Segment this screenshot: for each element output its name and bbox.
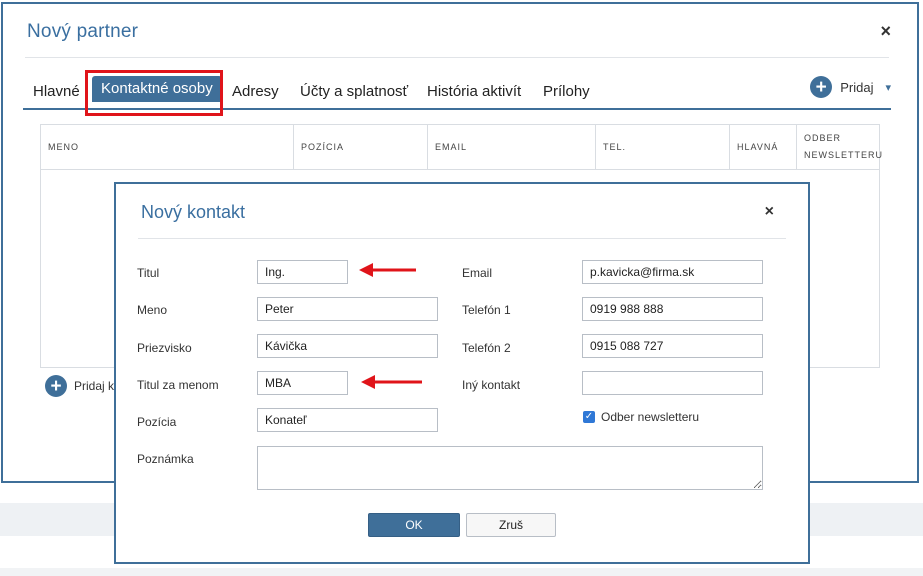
label-titul-za-menom: Titul za menom — [137, 378, 219, 392]
dialog-title: Nový kontakt — [141, 202, 246, 222]
telefon-2-input[interactable] — [582, 334, 763, 358]
label-iny-kontakt: Iný kontakt — [462, 378, 521, 392]
titul-za-menom-input[interactable] — [257, 371, 348, 395]
tab-bar: Hlavné Kontaktné osoby Adresy Účty a spl… — [23, 70, 891, 116]
column-header-hlavna[interactable]: HLAVNÁ — [730, 125, 797, 169]
plus-icon: + — [45, 375, 67, 397]
dialog-title: Nový partner — [27, 21, 139, 42]
email-input[interactable] — [582, 260, 763, 284]
divider — [25, 57, 889, 58]
label-poznamka: Poznámka — [137, 452, 194, 466]
tab-ucty-a-splatnost[interactable]: Účty a splatnosť — [300, 83, 408, 100]
newsletter-checkbox[interactable]: ✓ — [583, 411, 595, 423]
label-telefon-1: Telefón 1 — [462, 303, 511, 317]
column-header-email[interactable]: EMAIL — [428, 125, 596, 169]
divider — [138, 238, 786, 239]
background-band — [0, 568, 923, 576]
add-button[interactable]: + Pridaj ▾ — [810, 76, 891, 98]
red-arrow-icon — [359, 263, 416, 277]
add-contact-link[interactable]: + Pridaj k — [45, 375, 114, 397]
add-button-label: Pridaj — [840, 79, 874, 95]
tab-historia-aktivit[interactable]: História aktivít — [427, 83, 521, 100]
poznamka-textarea[interactable] — [257, 446, 763, 490]
newsletter-checkbox-row[interactable]: ✓ Odber newsletteru — [583, 410, 699, 424]
tab-hlavne[interactable]: Hlavné — [33, 83, 80, 100]
label-email: Email — [462, 266, 493, 280]
meno-input[interactable] — [257, 297, 438, 321]
tab-adresy[interactable]: Adresy — [232, 83, 279, 100]
tab-prilohy[interactable]: Prílohy — [543, 83, 590, 100]
close-icon[interactable]: × — [880, 21, 891, 42]
label-meno: Meno — [137, 303, 168, 317]
new-contact-dialog: Nový kontakt × Titul Meno Priezvisko Tit… — [114, 182, 810, 564]
label-titul: Titul — [137, 266, 160, 280]
plus-icon: + — [810, 76, 833, 98]
cancel-button[interactable]: Zruš — [466, 513, 556, 537]
iny-kontakt-input[interactable] — [582, 371, 763, 395]
close-icon[interactable]: × — [765, 203, 774, 221]
label-priezvisko: Priezvisko — [137, 341, 192, 355]
chevron-down-icon[interactable]: ▾ — [885, 81, 891, 94]
add-contact-label: Pridaj k — [74, 379, 115, 393]
red-arrow-icon — [361, 375, 422, 389]
newsletter-label: Odber newsletteru — [601, 410, 700, 424]
label-telefon-2: Telefón 2 — [462, 341, 511, 355]
pozicia-input[interactable] — [257, 408, 438, 432]
ok-button[interactable]: OK — [368, 513, 460, 537]
tab-highlight-box — [85, 70, 223, 116]
column-header-meno[interactable]: MENO — [41, 125, 294, 169]
table-header: MENO POZÍCIA EMAIL TEL. HLAVNÁ ODBER NEW… — [41, 125, 882, 170]
telefon-1-input[interactable] — [582, 297, 763, 321]
column-header-pozicia[interactable]: POZÍCIA — [294, 125, 428, 169]
column-header-odber-newsletteru[interactable]: ODBER NEWSLETTERU — [797, 125, 882, 169]
column-header-tel[interactable]: TEL. — [596, 125, 730, 169]
titul-input[interactable] — [257, 260, 348, 284]
priezvisko-input[interactable] — [257, 334, 438, 358]
label-pozicia: Pozícia — [137, 415, 177, 429]
